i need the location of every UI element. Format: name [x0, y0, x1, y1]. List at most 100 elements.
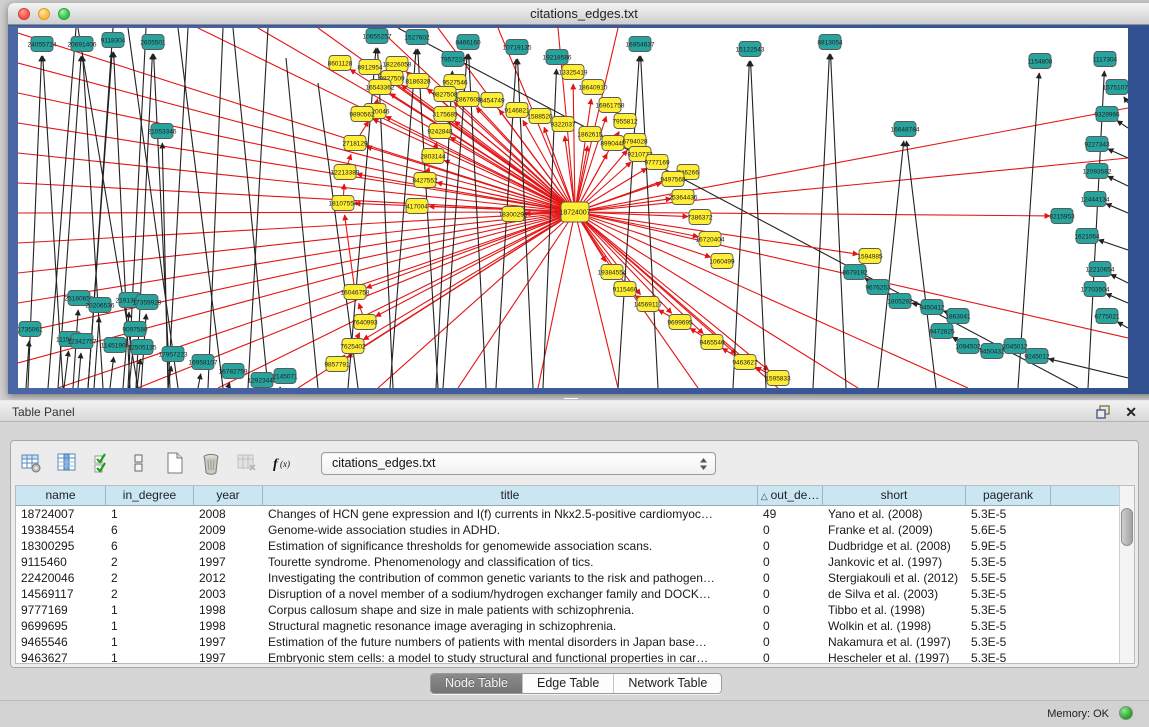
- graph-node[interactable]: 18107554: [329, 196, 358, 211]
- graph-node[interactable]: 7955812: [612, 114, 638, 129]
- graph-node[interactable]: 2045012: [1002, 339, 1028, 354]
- graph-node[interactable]: 7386372: [687, 210, 713, 225]
- new-table-icon[interactable]: [163, 451, 187, 475]
- graph-node[interactable]: 12505135: [128, 340, 157, 355]
- graph-node[interactable]: 2867608: [455, 92, 481, 107]
- graph-node[interactable]: 16961758: [596, 98, 625, 113]
- function-builder-icon[interactable]: f(x): [271, 451, 295, 475]
- graph-node[interactable]: 24055724: [28, 37, 57, 52]
- graph-node[interactable]: 9676253: [865, 280, 891, 295]
- table-select-dropdown[interactable]: citations_edges.txt: [321, 452, 716, 475]
- graph-node[interactable]: 1527602: [404, 30, 430, 45]
- table-scrollbar[interactable]: [1119, 486, 1134, 663]
- select-attributes-icon[interactable]: [91, 451, 115, 475]
- graph-node[interactable]: 19384554: [598, 265, 627, 280]
- graph-node[interactable]: 9146821: [504, 103, 530, 118]
- column-header-in_degree[interactable]: in_degree: [106, 486, 194, 505]
- graph-node[interactable]: 1595833: [765, 371, 791, 386]
- column-header-pagerank[interactable]: pagerank: [966, 486, 1051, 505]
- column-header-out_de[interactable]: △out_de…: [758, 486, 823, 505]
- graph-node[interactable]: 7957224: [440, 52, 466, 67]
- table-row[interactable]: 946554611997Estimation of the future num…: [16, 634, 1134, 650]
- graph-node[interactable]: 9857791: [324, 357, 350, 372]
- graph-node[interactable]: 25364436: [669, 190, 698, 205]
- graph-node[interactable]: 17359929: [133, 295, 162, 310]
- graph-node[interactable]: 15122543: [736, 42, 765, 57]
- graph-node[interactable]: 9463627: [732, 355, 758, 370]
- graph-node[interactable]: 19218586: [543, 50, 572, 65]
- graph-node[interactable]: 12444134: [1081, 192, 1110, 207]
- graph-node[interactable]: 9227343: [1084, 137, 1110, 152]
- graph-node[interactable]: 9465546: [699, 335, 725, 350]
- graph-node[interactable]: 17703504: [1081, 282, 1110, 297]
- close-panel-icon[interactable]: ✕: [1125, 404, 1137, 420]
- graph-node[interactable]: 9115460: [613, 282, 638, 297]
- table-row[interactable]: 946362711997Embryonic stem cells: a mode…: [16, 650, 1134, 664]
- graph-node[interactable]: 16046758: [341, 285, 370, 300]
- graph-node[interactable]: 8427552: [412, 173, 438, 188]
- graph-node[interactable]: 8813054: [817, 35, 843, 50]
- graph-node[interactable]: 9329966: [1094, 107, 1120, 122]
- graph-node[interactable]: 1060499: [709, 254, 735, 269]
- delete-table-icon[interactable]: [199, 451, 223, 475]
- table-row[interactable]: 1830029562008Estimation of significance …: [16, 538, 1134, 554]
- graph-node[interactable]: 9699695: [667, 315, 693, 330]
- graph-node[interactable]: 21053346: [148, 124, 177, 139]
- tab-network-table[interactable]: Network Table: [614, 674, 721, 693]
- row-height-icon[interactable]: [127, 451, 151, 475]
- table-row[interactable]: 977716911998Corpus callosum shape and si…: [16, 602, 1134, 618]
- graph-node[interactable]: 9322037: [550, 117, 576, 132]
- graph-node[interactable]: 8912954: [357, 60, 383, 75]
- graph-node[interactable]: 16954637: [626, 37, 655, 52]
- graph-node[interactable]: 20691406: [68, 37, 97, 52]
- graph-node[interactable]: 9245012: [1024, 349, 1050, 364]
- graph-node[interactable]: 18640910: [579, 80, 608, 95]
- graph-node[interactable]: 1863041: [945, 309, 971, 324]
- graph-node[interactable]: 2718129: [342, 136, 368, 151]
- graph-node[interactable]: 2145071: [272, 369, 298, 384]
- graph-node[interactable]: 8215953: [1049, 209, 1075, 224]
- graph-node[interactable]: 13325419: [559, 65, 588, 80]
- column-header-short[interactable]: short: [823, 486, 966, 505]
- graph-node[interactable]: 8466160: [455, 35, 481, 50]
- graph-node[interactable]: 9777169: [644, 155, 670, 170]
- graph-node[interactable]: 10655257: [363, 29, 392, 44]
- graph-node[interactable]: 12213389: [331, 165, 360, 180]
- graph-node[interactable]: 18724007: [559, 202, 590, 222]
- float-panel-icon[interactable]: [1096, 405, 1111, 419]
- citation-network-graph[interactable]: 1872400786011288912954182260589827509818…: [18, 28, 1128, 388]
- graph-node[interactable]: 20206536: [86, 298, 115, 313]
- graph-node[interactable]: 6775021: [1094, 309, 1120, 324]
- table-row[interactable]: 1456911722003Disruption of a novel membe…: [16, 586, 1134, 602]
- graph-node[interactable]: 12210654: [1086, 262, 1115, 277]
- table-row[interactable]: 2242004622012Investigating the contribut…: [16, 570, 1134, 586]
- graph-node[interactable]: 12342757: [68, 334, 97, 349]
- graph-node[interactable]: 14569117: [634, 297, 663, 312]
- graph-node[interactable]: 8601128: [328, 56, 353, 71]
- graph-node[interactable]: 2803144: [420, 149, 446, 164]
- graph-node[interactable]: 15751074: [1103, 80, 1128, 95]
- tab-node-table[interactable]: Node Table: [431, 674, 523, 693]
- show-columns-icon[interactable]: [55, 451, 79, 475]
- graph-node[interactable]: 9890562: [349, 107, 375, 122]
- graph-node[interactable]: 7640993: [352, 315, 378, 330]
- graph-node[interactable]: 9097588: [122, 322, 148, 337]
- graph-node[interactable]: 1805292: [887, 294, 913, 309]
- graph-node[interactable]: 1154808: [1028, 54, 1053, 69]
- graph-node[interactable]: 9450432: [979, 344, 1005, 359]
- graph-node[interactable]: 1594985: [857, 249, 883, 264]
- graph-node[interactable]: 16543362: [366, 80, 395, 95]
- graph-node[interactable]: 3175685: [432, 107, 458, 122]
- panel-splitter-handle[interactable]: [564, 395, 578, 399]
- table-row[interactable]: 1872400712008Changes of HCN gene express…: [16, 506, 1134, 522]
- graph-node[interactable]: 1094502: [955, 339, 981, 354]
- graph-node[interactable]: 8186328: [405, 74, 431, 89]
- graph-node[interactable]: 9242848: [427, 124, 453, 139]
- graph-node[interactable]: 16958107: [189, 355, 218, 370]
- window-titlebar[interactable]: citations_edges.txt: [8, 3, 1149, 25]
- column-header-name[interactable]: name: [16, 486, 106, 505]
- graph-node[interactable]: 9497568: [660, 172, 686, 187]
- graph-node[interactable]: 417004: [406, 199, 428, 214]
- column-header-year[interactable]: year: [194, 486, 263, 505]
- table-settings-icon[interactable]: [19, 451, 43, 475]
